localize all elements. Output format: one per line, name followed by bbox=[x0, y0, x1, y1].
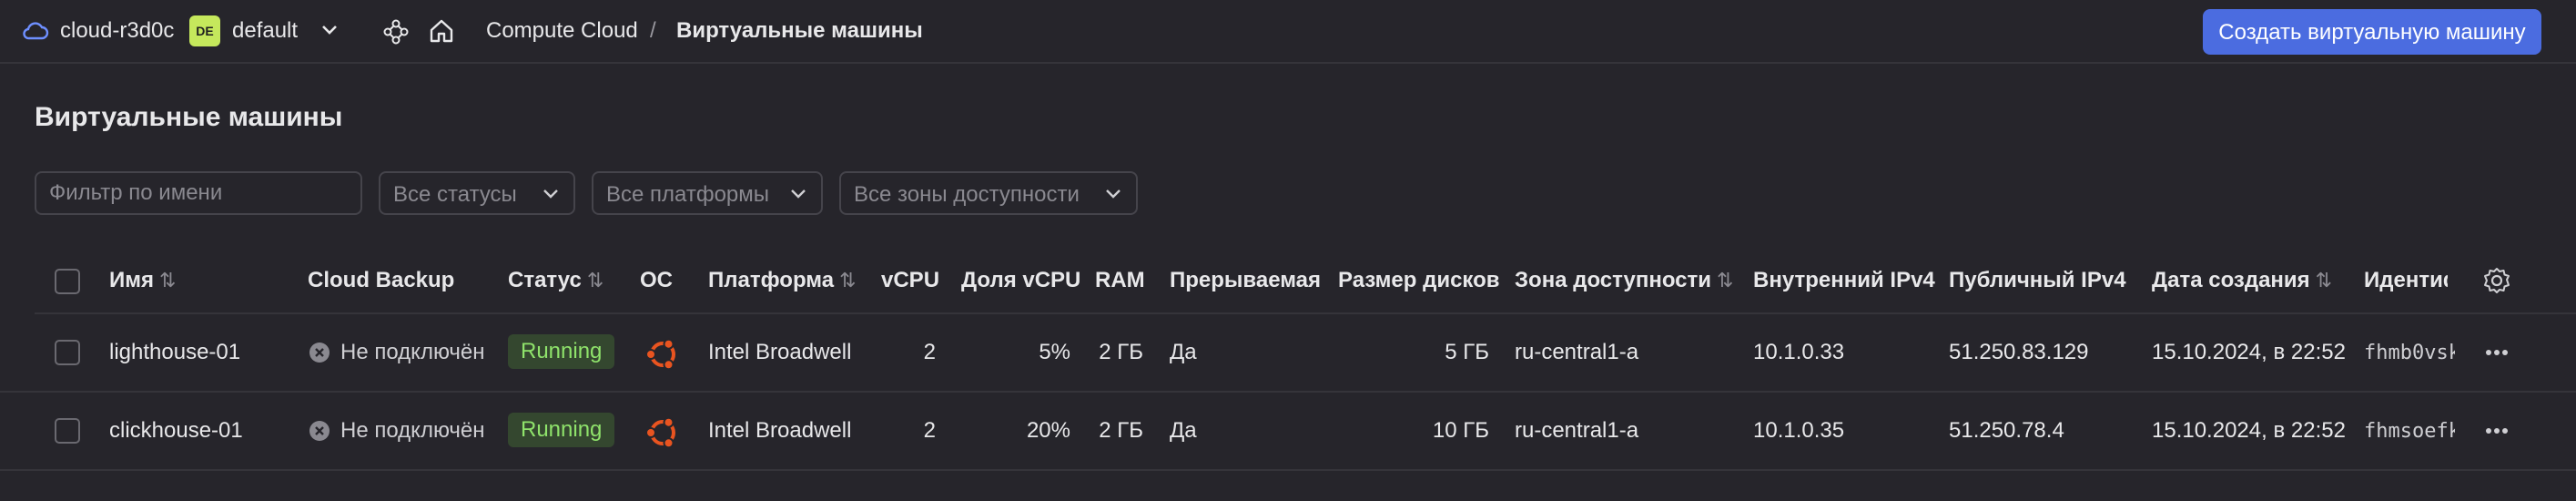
column-header-name[interactable]: Имя ⇅ bbox=[109, 268, 176, 293]
public-ip-value: 51.250.78.4 bbox=[1949, 418, 2064, 443]
column-header-public-ip: Публичный IPv4 bbox=[1949, 268, 2126, 292]
home-icon[interactable] bbox=[428, 17, 455, 45]
folder-badge[interactable]: DE bbox=[189, 15, 220, 46]
vm-id-value[interactable]: fhmb0vsk bbox=[2364, 342, 2455, 364]
column-header-ram: RAM bbox=[1095, 268, 1145, 292]
more-actions-icon[interactable] bbox=[2485, 427, 2509, 435]
internal-ip-value: 10.1.0.33 bbox=[1753, 340, 1845, 364]
column-header-vcpu-share: Доля vCPU bbox=[961, 268, 1081, 292]
nodes-icon[interactable] bbox=[382, 18, 410, 46]
created-date-value: 15.10.2024, в 22:52 bbox=[2152, 418, 2346, 443]
ubuntu-icon bbox=[645, 338, 675, 371]
preemptible-value: Да bbox=[1170, 418, 1197, 443]
chevron-down-icon[interactable] bbox=[320, 24, 339, 36]
sort-icon[interactable]: ⇅ bbox=[839, 269, 856, 291]
platform-filter-value: Все платформы bbox=[606, 182, 770, 207]
more-actions-icon[interactable] bbox=[2485, 349, 2509, 356]
disk-size-value: 5 ГБ bbox=[1445, 340, 1489, 364]
name-filter-input[interactable] bbox=[35, 171, 362, 215]
x-circle-icon bbox=[309, 343, 330, 363]
status-filter-select[interactable]: Все статусы bbox=[379, 171, 575, 215]
table-header: Имя ⇅ Cloud Backup Статус ⇅ ОС Платформа ⇅ … bbox=[35, 250, 2576, 314]
select-all-checkbox[interactable] bbox=[55, 269, 80, 294]
sort-icon[interactable]: ⇅ bbox=[2316, 269, 2332, 291]
column-header-disk-size: Размер дисков bbox=[1338, 268, 1500, 292]
zone-filter-select[interactable]: Все зоны доступности bbox=[839, 171, 1138, 215]
ram-value: 2 ГБ bbox=[1099, 340, 1143, 364]
chevron-down-icon bbox=[1106, 189, 1121, 199]
platform-value: Intel Broadwell bbox=[708, 340, 852, 364]
public-ip-value: 51.250.83.129 bbox=[1949, 340, 2089, 364]
column-header-created[interactable]: Дата создания ⇅ bbox=[2152, 268, 2332, 293]
vm-name-link[interactable]: lighthouse-01 bbox=[109, 340, 240, 365]
chevron-down-icon bbox=[543, 189, 558, 199]
sort-icon[interactable]: ⇅ bbox=[1717, 269, 1733, 291]
platform-value: Intel Broadwell bbox=[708, 418, 852, 443]
disk-size-value: 10 ГБ bbox=[1432, 418, 1489, 443]
status-filter-value: Все статусы bbox=[393, 182, 517, 207]
zone-value: ru-central1-a bbox=[1515, 418, 1639, 443]
column-header-zone[interactable]: Зона доступности ⇅ bbox=[1515, 268, 1733, 293]
column-header-internal-ip: Внутренний IPv4 bbox=[1753, 268, 1935, 292]
vcpu-value: 2 bbox=[923, 418, 936, 443]
table-row[interactable]: lighthouse-01 Не подключён Running Intel… bbox=[0, 314, 2576, 393]
vcpu-value: 2 bbox=[923, 340, 936, 364]
vm-id-value[interactable]: fhmsoefk bbox=[2364, 420, 2455, 443]
sort-icon[interactable]: ⇅ bbox=[159, 269, 176, 291]
vcpu-share-value: 5% bbox=[1039, 340, 1070, 364]
status-badge: Running bbox=[508, 334, 615, 369]
platform-filter-select[interactable]: Все платформы bbox=[592, 171, 823, 215]
row-checkbox[interactable] bbox=[55, 418, 80, 444]
chevron-down-icon bbox=[791, 189, 806, 199]
folder-name[interactable]: default bbox=[232, 18, 298, 44]
vcpu-share-value: 20% bbox=[1026, 418, 1070, 443]
column-header-vcpu: vCPU bbox=[881, 268, 940, 292]
top-bar: cloud-r3d0c DE default Compute Cloud / В… bbox=[0, 0, 2576, 64]
row-checkbox[interactable] bbox=[55, 340, 80, 365]
column-header-backup: Cloud Backup bbox=[308, 268, 455, 292]
cloud-icon bbox=[23, 22, 49, 40]
column-header-status[interactable]: Статус ⇅ bbox=[508, 268, 603, 293]
zone-filter-value: Все зоны доступности bbox=[854, 182, 1080, 207]
page-title: Виртуальные машины bbox=[35, 102, 343, 132]
table-row[interactable]: clickhouse-01 Не подключён Running Intel… bbox=[0, 393, 2576, 471]
column-header-id: Идентифи bbox=[2364, 268, 2448, 292]
x-circle-icon bbox=[309, 421, 330, 441]
internal-ip-value: 10.1.0.35 bbox=[1753, 418, 1845, 443]
preemptible-value: Да bbox=[1170, 340, 1197, 364]
sort-icon[interactable]: ⇅ bbox=[587, 269, 603, 291]
status-badge: Running bbox=[508, 413, 615, 447]
ram-value: 2 ГБ bbox=[1099, 418, 1143, 443]
breadcrumb-compute-cloud[interactable]: Compute Cloud bbox=[486, 18, 638, 44]
create-vm-button[interactable]: Создать виртуальную машину bbox=[2203, 9, 2541, 55]
backup-status: Не подключён bbox=[340, 340, 485, 364]
breadcrumb-current-page: Виртуальные машины bbox=[676, 18, 923, 43]
gear-icon[interactable] bbox=[2482, 266, 2511, 295]
cloud-name[interactable]: cloud-r3d0c bbox=[60, 18, 174, 44]
created-date-value: 15.10.2024, в 22:52 bbox=[2152, 340, 2346, 364]
vm-name-link[interactable]: clickhouse-01 bbox=[109, 418, 243, 444]
ubuntu-icon bbox=[645, 416, 675, 449]
backup-status: Не подключён bbox=[340, 418, 485, 443]
zone-value: ru-central1-a bbox=[1515, 340, 1639, 364]
column-header-platform[interactable]: Платформа ⇅ bbox=[708, 268, 857, 293]
column-header-preemptible: Прерываемая bbox=[1170, 268, 1322, 292]
breadcrumb-separator: / bbox=[650, 18, 656, 43]
column-header-os: ОС bbox=[640, 268, 673, 292]
